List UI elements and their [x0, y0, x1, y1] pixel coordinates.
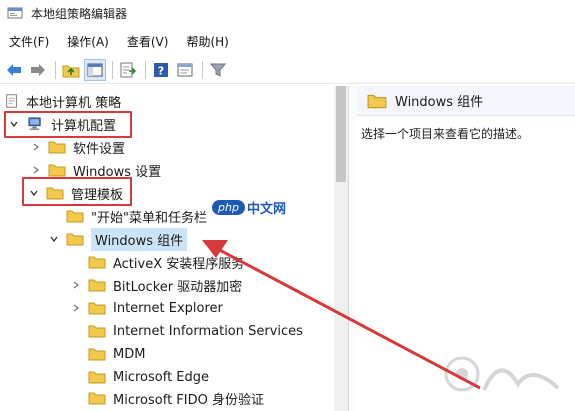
menu-help[interactable]: 帮助(H) [177, 33, 237, 50]
policy-document-icon [6, 94, 17, 108]
folder-icon [66, 210, 84, 223]
folder-icon [88, 279, 106, 292]
highlight-computer-config [4, 111, 132, 138]
back-button[interactable] [3, 59, 25, 81]
folder-icon [88, 371, 106, 384]
tree-item-mdm[interactable]: MDM [88, 343, 145, 365]
tree-item-label: "开始"菜单和任务栏 [91, 210, 207, 226]
help-icon: ? [154, 62, 168, 77]
folder-icon [88, 392, 106, 405]
tree-item-start-menu[interactable]: "开始"菜单和任务栏 [66, 205, 207, 227]
detail-description: 选择一个项目来查看它的描述。 [361, 127, 530, 141]
folder-icon [48, 164, 66, 177]
tree-item-label: 软件设置 [73, 141, 126, 157]
menu-action[interactable]: 操作(A) [58, 33, 118, 50]
tree-item-software-settings[interactable]: 软件设置 [30, 136, 125, 158]
watermark: php 中文网 [212, 198, 286, 217]
window-title: 本地组策略编辑器 [31, 6, 128, 21]
tree-item-windows-components[interactable]: Windows 组件 [48, 227, 188, 251]
chevron-right-icon[interactable] [70, 302, 82, 314]
detail-title: Windows 组件 [395, 95, 484, 110]
policy-editor-app-icon [7, 7, 23, 19]
show-hide-tree-button[interactable] [84, 58, 106, 81]
toolbar-separator [145, 60, 146, 79]
properties-icon [177, 63, 193, 76]
tree-scrollbar[interactable] [334, 86, 348, 411]
help-button[interactable]: ? [150, 59, 172, 81]
svg-text:?: ? [158, 64, 164, 77]
tree-item-edge[interactable]: Microsoft Edge [88, 366, 209, 388]
show-hide-tree-icon [87, 63, 103, 76]
properties-button[interactable] [174, 59, 196, 81]
tree-item-label: Internet Information Services [113, 323, 303, 339]
export-list-icon [120, 62, 136, 77]
tree-item-fido[interactable]: Microsoft FIDO 身份验证 [88, 387, 264, 409]
tree-item-label: 本地计算机 策略 [26, 95, 122, 111]
folder-icon [88, 302, 106, 315]
scrollbar-thumb[interactable] [336, 86, 346, 182]
pane-splitter[interactable] [348, 86, 356, 411]
forward-icon [31, 63, 45, 76]
toolbar: ? [0, 56, 575, 84]
tree-item-root[interactable]: 本地计算机 策略 [4, 90, 121, 112]
toolbar-separator [202, 60, 203, 79]
tree-item-label: MDM [113, 346, 146, 362]
tree-item-internet-explorer[interactable]: Internet Explorer [70, 297, 223, 319]
folder-icon [88, 348, 106, 361]
tree-item-label: BitLocker 驱动器加密 [113, 279, 243, 295]
tree-item-label: Windows 组件 [91, 227, 188, 251]
watermark-text: 中文网 [246, 202, 286, 217]
export-list-button[interactable] [117, 59, 139, 81]
menu-bar: 文件(F) 操作(A) 查看(V) 帮助(H) [0, 30, 238, 52]
menu-view[interactable]: 查看(V) [118, 33, 178, 50]
back-icon [7, 63, 21, 76]
forward-button[interactable] [27, 59, 49, 81]
chevron-right-icon[interactable] [30, 164, 42, 176]
folder-icon [66, 233, 84, 246]
tree-item-label: ActiveX 安装程序服务 [113, 256, 245, 272]
detail-header: Windows 组件 [357, 86, 575, 116]
tree-item-label: Microsoft FIDO 身份验证 [113, 392, 264, 408]
tree-item-label: Microsoft Edge [113, 369, 210, 385]
tree-item-activex[interactable]: ActiveX 安装程序服务 [88, 251, 244, 273]
filter-icon [210, 63, 226, 77]
tree-item-iis[interactable]: Internet Information Services [88, 320, 303, 342]
toolbar-separator [55, 60, 56, 79]
watermark-badge: php [212, 200, 245, 215]
folder-icon [88, 256, 106, 269]
title-bar: 本地组策略编辑器 [0, 0, 575, 26]
tree-item-label: Internet Explorer [113, 300, 223, 316]
toolbar-separator [112, 60, 113, 79]
menu-file[interactable]: 文件(F) [0, 33, 58, 50]
up-folder-button[interactable] [60, 59, 82, 81]
chevron-down-icon[interactable] [48, 233, 60, 245]
folder-icon [48, 141, 66, 154]
folder-icon [367, 94, 387, 108]
watermark-logo-mark [444, 356, 560, 392]
up-folder-icon [62, 65, 80, 77]
chevron-right-icon[interactable] [30, 141, 42, 153]
chevron-right-icon[interactable] [70, 279, 82, 291]
filter-button[interactable] [207, 59, 229, 81]
tree-item-bitlocker[interactable]: BitLocker 驱动器加密 [70, 274, 242, 296]
folder-icon [88, 325, 106, 338]
highlight-admin-templates [22, 177, 132, 206]
